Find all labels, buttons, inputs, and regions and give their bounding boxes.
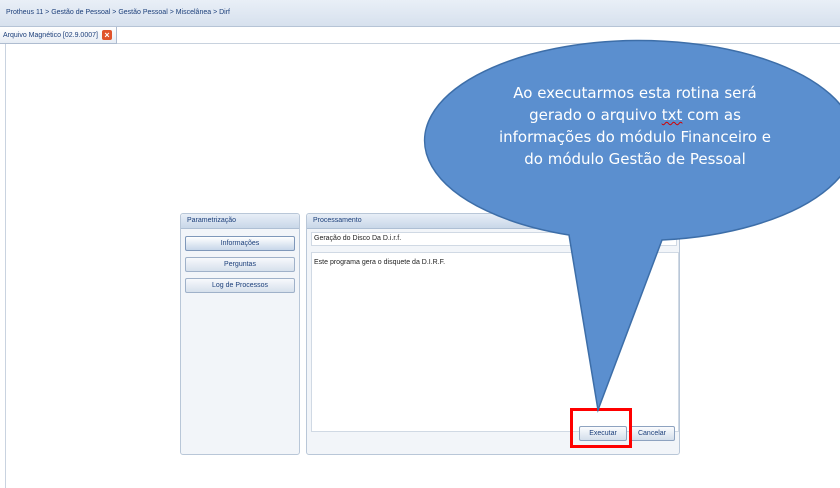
callout-line-2: gerado o arquivo txt com as (470, 104, 800, 126)
callout-line-1: Ao executarmos esta rotina será (513, 84, 757, 102)
callout-bubble (423, 39, 840, 413)
callout-line-4: do módulo Gestão de Pessoal (524, 150, 746, 168)
callout-line-3: informações do módulo Financeiro e (498, 128, 772, 146)
callout-line-2a: gerado o arquivo (529, 106, 662, 124)
callout-text: Ao executarmos esta rotina será gerado o… (470, 82, 800, 170)
callout-txt-word: txt (661, 106, 683, 124)
callout-line-2c: com as (682, 106, 741, 124)
